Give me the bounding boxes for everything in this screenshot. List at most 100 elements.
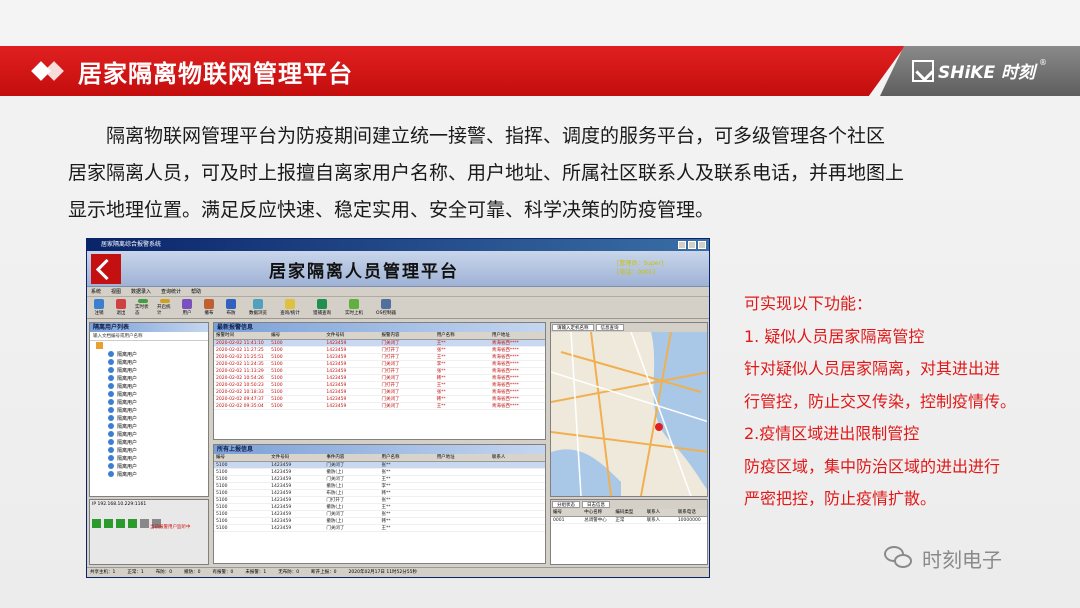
tree-item[interactable]: 隔离用户 bbox=[90, 470, 208, 478]
realtime-online-button[interactable]: 实时上机 bbox=[341, 299, 367, 316]
table-cell: 韩** bbox=[381, 519, 391, 524]
table-row[interactable]: 2020-02-02 10:54:26 5100 1423459 门关闭了 韩** 青海省… bbox=[214, 375, 545, 382]
query-button[interactable]: 查询/统计 bbox=[277, 299, 303, 316]
tree-item[interactable]: 隔离用户 bbox=[90, 414, 208, 422]
table-row[interactable]: 2020-02-02 11:13:29 5100 1423459 门打开了 张** 青海省… bbox=[214, 368, 545, 375]
status-item: 有报警：0 bbox=[212, 570, 234, 575]
table-cell bbox=[435, 490, 490, 496]
table-cell: 门打开了 bbox=[381, 348, 400, 353]
column-header[interactable]: 用户名称 bbox=[380, 454, 435, 461]
table-row[interactable]: 2020-02-02 11:24:35 5100 1423459 门关闭了 李** 青海省… bbox=[214, 361, 545, 368]
table-cell: 2020-02-02 11:25:51 bbox=[216, 355, 264, 360]
map-tab[interactable]: 请输入定机名称 bbox=[552, 324, 594, 331]
tree-item[interactable]: 隔离用户 bbox=[90, 422, 208, 430]
os-controller-button[interactable]: OS控制器 bbox=[373, 299, 399, 316]
status-icon bbox=[138, 299, 148, 303]
chart-icon bbox=[160, 299, 170, 303]
menu-item[interactable]: 系统 bbox=[91, 287, 101, 296]
menu-item[interactable]: 视图 bbox=[111, 287, 121, 296]
column-header[interactable]: 文件号码 bbox=[324, 332, 379, 339]
table-row[interactable]: 2020-02-02 11:27:25 5100 1423459 门打开了 张** 青海省… bbox=[214, 347, 545, 354]
exit-button[interactable]: 退出 bbox=[113, 299, 129, 316]
table-row[interactable]: 5100 1423459 门关闭了 王** bbox=[214, 476, 545, 483]
menu-item[interactable]: 查询统计 bbox=[161, 287, 181, 296]
tree-item[interactable]: 隔离用户 bbox=[90, 454, 208, 462]
table-cell: 2020-02-02 10:18:33 bbox=[216, 390, 264, 395]
user-button[interactable]: 用户 bbox=[179, 299, 195, 316]
tree-item[interactable]: 隔离用户 bbox=[90, 462, 208, 470]
table-row[interactable]: 2020-02-02 11:25:51 5100 1423459 门打开了 王** 青海省… bbox=[214, 354, 545, 361]
close-icon[interactable] bbox=[698, 241, 706, 249]
tree-item[interactable]: 隔离用户 bbox=[90, 390, 208, 398]
column-header[interactable]: 编号 bbox=[269, 332, 324, 339]
column-header[interactable]: 用户名称 bbox=[435, 332, 490, 339]
tree-item[interactable]: 隔离用户 bbox=[90, 382, 208, 390]
info-tab[interactable]: 分组状态 bbox=[552, 501, 580, 508]
table-row[interactable]: 5100 1423459 撤防(上) 李** bbox=[214, 483, 545, 490]
column-header[interactable]: 编码类型 bbox=[613, 509, 644, 516]
column-header[interactable]: 事件内容 bbox=[324, 454, 379, 461]
tree-item[interactable]: 隔离用户 bbox=[90, 438, 208, 446]
column-header[interactable]: 编号 bbox=[214, 454, 269, 461]
map-tab[interactable]: 信息查询 bbox=[595, 324, 624, 331]
table-row[interactable]: 5100 1423459 门关闭了 王** bbox=[214, 525, 545, 532]
tree-search-input[interactable]: 输入文档编号或用户名称 bbox=[90, 332, 208, 341]
table-row[interactable]: 5100 1423459 撤防(上) 王** bbox=[214, 504, 545, 511]
realtime-status-button[interactable]: 实时状态 bbox=[135, 299, 151, 316]
user-icon bbox=[108, 471, 114, 477]
column-header[interactable]: 文件号码 bbox=[269, 454, 324, 461]
tree-item[interactable]: 隔离用户 bbox=[90, 430, 208, 438]
statistics-button[interactable]: 开启统计 bbox=[157, 299, 173, 316]
table-row[interactable]: 5100 1423459 撤防(上) 张** bbox=[214, 469, 545, 476]
column-header[interactable]: 报警内容 bbox=[380, 332, 435, 339]
column-header[interactable]: 编号 bbox=[551, 509, 582, 516]
disarm-button[interactable]: 撤布 bbox=[201, 299, 217, 316]
table-row[interactable]: 5100 1423459 门关闭了 张** bbox=[214, 511, 545, 518]
table-cell: 5100 bbox=[271, 369, 283, 374]
info-grid-row[interactable]: 0001 总调警中心 正常 联系人 10000000 bbox=[551, 517, 707, 524]
table-cell: 1423459 bbox=[271, 498, 292, 503]
table-row[interactable]: 5100 1423459 布防(上) 韩** bbox=[214, 490, 545, 497]
table-cell: 2020-02-02 10:50:23 bbox=[216, 383, 264, 388]
info-tab[interactable]: 日志信息 bbox=[582, 501, 610, 508]
menu-item[interactable]: 帮助 bbox=[191, 287, 201, 296]
tree-item[interactable]: 隔离用户 bbox=[90, 406, 208, 414]
column-header[interactable]: 用户地址 bbox=[490, 332, 545, 339]
map-canvas[interactable] bbox=[551, 331, 708, 496]
table-row[interactable]: 2020-02-02 10:50:23 5100 1423459 门打开了 王** 青海省… bbox=[214, 382, 545, 389]
table-row[interactable]: 2020-02-02 09:47:37 5100 1423459 门关闭了 韩** 青海省… bbox=[214, 396, 545, 403]
logout-button[interactable]: 注销 bbox=[91, 299, 107, 316]
arm-button[interactable]: 布防 bbox=[223, 299, 239, 316]
tree-item[interactable]: 隔离用户 bbox=[90, 366, 208, 374]
tree-item[interactable]: 隔离用户 bbox=[90, 358, 208, 366]
table-row[interactable]: 2020-02-02 09:35:04 5100 1423459 门关闭了 王** 青海省… bbox=[214, 403, 545, 410]
logout-icon bbox=[94, 299, 104, 309]
page-title: 居家隔离物联网管理平台 bbox=[78, 60, 353, 88]
column-header[interactable]: 报警时间 bbox=[214, 332, 269, 339]
map-panel[interactable]: 请输入定机名称 信息查询 bbox=[550, 322, 708, 497]
column-header[interactable]: 中心名称 bbox=[582, 509, 613, 516]
column-header[interactable]: 联系人 bbox=[645, 509, 676, 516]
column-header[interactable]: 联系电话 bbox=[676, 509, 707, 516]
tree-item[interactable]: 隔离用户 bbox=[90, 446, 208, 454]
menu-item[interactable]: 数据录入 bbox=[131, 287, 151, 296]
column-header[interactable]: 用户地址 bbox=[435, 454, 490, 461]
table-cell: 联系人 bbox=[646, 518, 661, 523]
hunt-query-button[interactable]: 猎捕查询 bbox=[309, 299, 335, 316]
browse-button[interactable]: 数据浏览 bbox=[245, 299, 271, 316]
column-header[interactable]: 联系人 bbox=[490, 454, 545, 461]
table-row[interactable]: 5100 1423459 门关闭了 张** bbox=[214, 462, 545, 469]
tree-item[interactable]: 隔离用户 bbox=[90, 398, 208, 406]
table-row[interactable]: 5100 1423459 门打开了 张** bbox=[214, 497, 545, 504]
led-icon bbox=[140, 519, 149, 528]
table-cell: 5100 bbox=[216, 519, 228, 524]
table-row[interactable]: 2020-02-02 11:41:10 5100 1423459 门关闭了 王** 青海省… bbox=[214, 340, 545, 347]
map-marker-icon[interactable] bbox=[655, 423, 663, 431]
tree-item[interactable]: 隔离用户 bbox=[90, 350, 208, 358]
table-row[interactable]: 2020-02-02 10:18:33 5100 1423459 门关闭了 张** 青海省… bbox=[214, 389, 545, 396]
maximize-icon[interactable] bbox=[688, 241, 696, 249]
tree-item[interactable]: 隔离用户 bbox=[90, 374, 208, 382]
tree-root[interactable] bbox=[90, 341, 208, 350]
table-row[interactable]: 5100 1423459 撤防(上) 韩** bbox=[214, 518, 545, 525]
minimize-icon[interactable] bbox=[678, 241, 686, 249]
